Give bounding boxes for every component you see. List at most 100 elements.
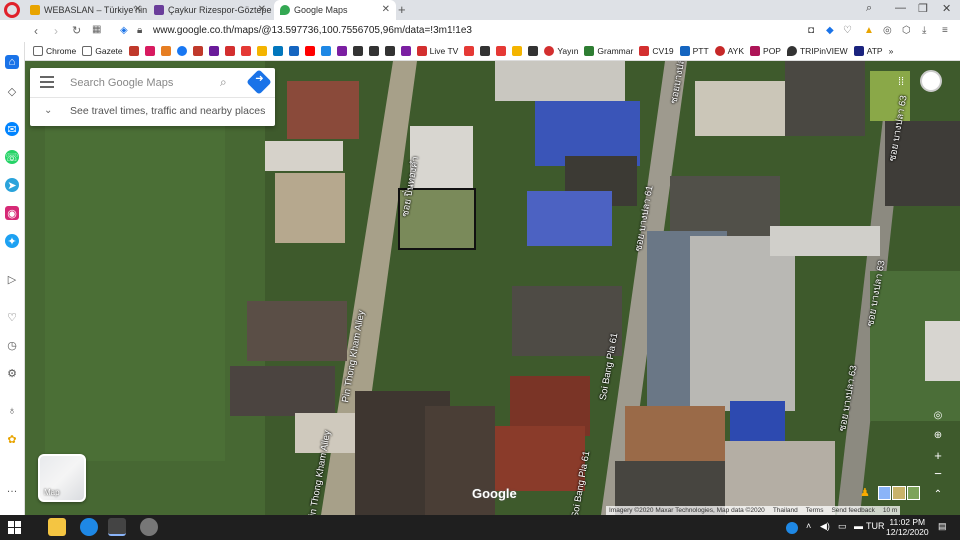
heart-sidebar-icon[interactable]: ♡ [5,310,19,324]
bookmark-icon[interactable] [336,46,347,56]
bookmark-chrome[interactable]: Chrome [33,46,76,56]
bookmark-ayk[interactable]: AYK [714,46,744,56]
zoom-out-button[interactable]: − [929,464,947,482]
facebook-icon[interactable] [176,46,187,56]
travel-times-row[interactable]: ⌄ See travel times, traffic and nearby p… [30,98,275,126]
close-tab-icon[interactable]: ✕ [382,4,390,15]
my-location-icon[interactable]: ⊕ [929,426,947,444]
battery-icon[interactable]: ▬ [854,521,863,531]
heart-icon[interactable]: ♡ [843,25,852,36]
bookmark-icon[interactable] [144,46,155,56]
diamond-icon[interactable]: ◇ [5,84,19,98]
telegram-icon[interactable]: ➤ [5,178,19,192]
search-icon[interactable]: ⌕ [220,75,227,90]
clock[interactable]: 11:02 PM 12/12/2020 [886,517,929,537]
app-icon[interactable] [140,518,158,536]
opera-taskbar-icon[interactable] [108,518,126,536]
camera-icon[interactable]: ◘ [808,25,814,36]
bookmark-icon[interactable] [160,46,171,56]
close-window-icon[interactable]: ✕ [942,2,951,15]
search-tabs-icon[interactable]: ⌕ [866,2,872,15]
more-icon[interactable]: … [5,482,19,496]
pegman-icon[interactable]: ♟ [860,486,870,499]
youtube-icon[interactable] [304,46,315,56]
reload-icon[interactable]: ↻ [72,24,81,37]
back-icon[interactable]: ‹ [34,24,38,38]
satellite-map[interactable]: ซอย ปิ่นทองคำ Pin Thong Kham Alley Pin T… [25,61,960,515]
bookmark-atp[interactable]: ATP [853,46,883,56]
bookmark-icon[interactable] [352,46,363,56]
windows-start-icon[interactable] [8,521,21,534]
imagery-thumb[interactable] [878,486,892,500]
scale-bar[interactable]: 10 m [883,507,897,514]
bookmark-icon[interactable] [320,46,331,56]
bookmark-icon[interactable] [128,46,139,56]
bookmark-yayin[interactable]: Yayın [544,46,578,56]
tab-webaslan[interactable]: WEBASLAN – Türkiye'nin e ✕ [24,0,148,20]
maximize-icon[interactable]: ❐ [918,2,928,15]
instagram-icon[interactable]: ◉ [5,206,19,220]
bookmark-icon[interactable] [528,46,539,56]
twitter-icon[interactable]: ✦ [5,234,19,248]
bookmark-icon[interactable] [208,46,219,56]
help-icon[interactable] [786,522,798,534]
hamburger-menu-icon[interactable] [40,76,54,88]
imagery-strip[interactable] [878,486,920,500]
new-tab-icon[interactable]: + [398,2,406,17]
bookmark-icon[interactable] [240,46,251,56]
bookmark-cv19[interactable]: CV19 [639,46,674,56]
bookmark-pop[interactable]: POP [750,46,781,56]
tab-caykur[interactable]: Çaykur Rizespor-Göztepe ✕ [148,0,272,20]
avatar[interactable] [920,70,942,92]
bookmark-icon[interactable] [224,46,235,56]
bookmark-tripinview[interactable]: TRIPinVIEW [786,46,848,56]
notifications-icon[interactable]: ▤ [938,521,947,532]
language-indicator[interactable]: TUR [866,521,885,531]
settings-icon[interactable]: ⚙ [5,366,19,380]
bookmark-icon[interactable] [400,46,411,56]
extensions-icon[interactable]: ✿ [5,432,19,446]
url-field[interactable]: www.google.co.th/maps/@13.597736,100.755… [153,25,472,36]
bookmark-gazete[interactable]: Gazete [82,46,123,56]
bookmark-icon[interactable] [256,46,267,56]
chevron-up-icon[interactable]: ˄ [806,521,811,531]
menu-icon[interactable]: ≡ [942,25,948,36]
zoom-in-button[interactable]: + [929,446,947,464]
minimize-icon[interactable]: — [895,2,906,14]
cube-icon[interactable]: ⬡ [902,25,911,36]
volume-icon[interactable]: ◀) [820,521,830,532]
bookmark-icon[interactable] [384,46,395,56]
directions-icon[interactable] [246,69,272,95]
home-icon[interactable]: ⌂ [5,55,19,69]
messenger-icon[interactable]: ✉ [5,122,19,136]
more-bookmarks-icon[interactable]: » [889,46,894,56]
imagery-thumb[interactable] [906,486,920,500]
player-icon[interactable]: ▷ [5,272,19,286]
globe-icon[interactable]: ◎ [929,406,947,424]
extension2-icon[interactable]: ◎ [883,25,892,36]
bulb-icon[interactable]: ♁ [5,404,19,418]
imagery-thumb[interactable] [892,486,906,500]
bookmark-icon[interactable] [512,46,523,56]
opera-logo[interactable] [4,2,20,18]
bookmark-live-tv[interactable]: Live TV [416,46,458,56]
bookmark-icon[interactable] [368,46,379,56]
extension-icon[interactable]: ▲ [864,25,874,36]
shield-icon[interactable]: ◆ [826,25,834,36]
bookmark-ptt[interactable]: PTT [679,46,709,56]
bookmark-icon[interactable] [496,46,507,56]
map-layer-button[interactable]: Map [38,454,86,502]
whatsapp-icon[interactable]: ☏ [5,150,19,164]
bookmark-icon[interactable] [272,46,283,56]
search-input[interactable]: Search Google Maps [70,77,173,89]
network-icon[interactable]: ▭ [838,521,847,532]
bookmark-grammar[interactable]: Grammar [584,46,633,56]
tab-google-maps[interactable]: Google Maps ✕ [274,0,396,20]
forward-icon[interactable]: › [54,24,58,38]
close-tab-icon[interactable]: ✕ [134,4,142,15]
file-explorer-icon[interactable] [48,518,66,536]
edge-icon[interactable] [80,518,98,536]
bookmark-icon[interactable] [192,46,203,56]
apps-grid-icon[interactable]: ⁞⁞ [898,76,910,88]
vpn-icon[interactable]: ◈ [120,25,128,36]
